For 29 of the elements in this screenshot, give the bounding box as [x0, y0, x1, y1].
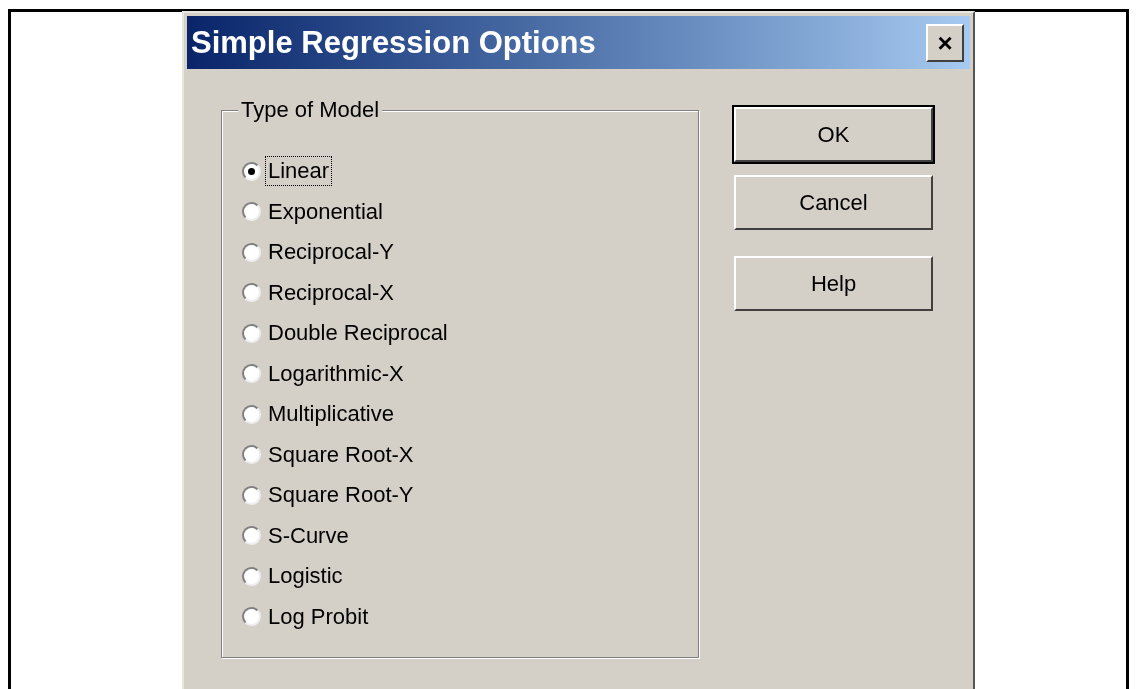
radio-button[interactable] — [242, 242, 261, 262]
radio-label[interactable]: Log Probit — [265, 601, 372, 632]
radio-button[interactable] — [242, 283, 261, 303]
radio-button[interactable] — [242, 566, 261, 586]
radio-button[interactable] — [242, 202, 261, 222]
radio-button[interactable] — [242, 404, 261, 424]
radio-label[interactable]: S-Curve — [265, 520, 352, 551]
radio-label[interactable]: Square Root-X — [265, 439, 417, 470]
radio-button[interactable] — [242, 445, 261, 465]
window-title: Simple Regression Options — [191, 27, 596, 58]
radio-label[interactable]: Exponential — [265, 196, 386, 227]
close-button[interactable]: × — [926, 23, 964, 62]
radio-label[interactable]: Reciprocal-X — [265, 277, 397, 308]
radio-label[interactable]: Square Root-Y — [265, 480, 417, 511]
radio-label[interactable]: Multiplicative — [265, 399, 397, 430]
radio-button[interactable] — [242, 323, 261, 343]
radio-label[interactable]: Logistic — [265, 561, 346, 592]
radio-label[interactable]: Linear — [265, 156, 333, 187]
radio-button[interactable] — [242, 161, 261, 181]
dialog-button[interactable]: OK — [734, 107, 933, 162]
radio-button[interactable] — [242, 607, 261, 627]
radio-label[interactable]: Double Reciprocal — [265, 318, 451, 349]
dialog-button[interactable]: Help — [734, 256, 933, 311]
dialog-button[interactable]: Cancel — [734, 175, 933, 230]
radio-label[interactable]: Reciprocal-Y — [265, 237, 397, 268]
radio-button[interactable] — [242, 526, 261, 546]
radio-button[interactable] — [242, 485, 261, 505]
radio-label[interactable]: Logarithmic-X — [265, 358, 407, 389]
radio-button[interactable] — [242, 364, 261, 384]
